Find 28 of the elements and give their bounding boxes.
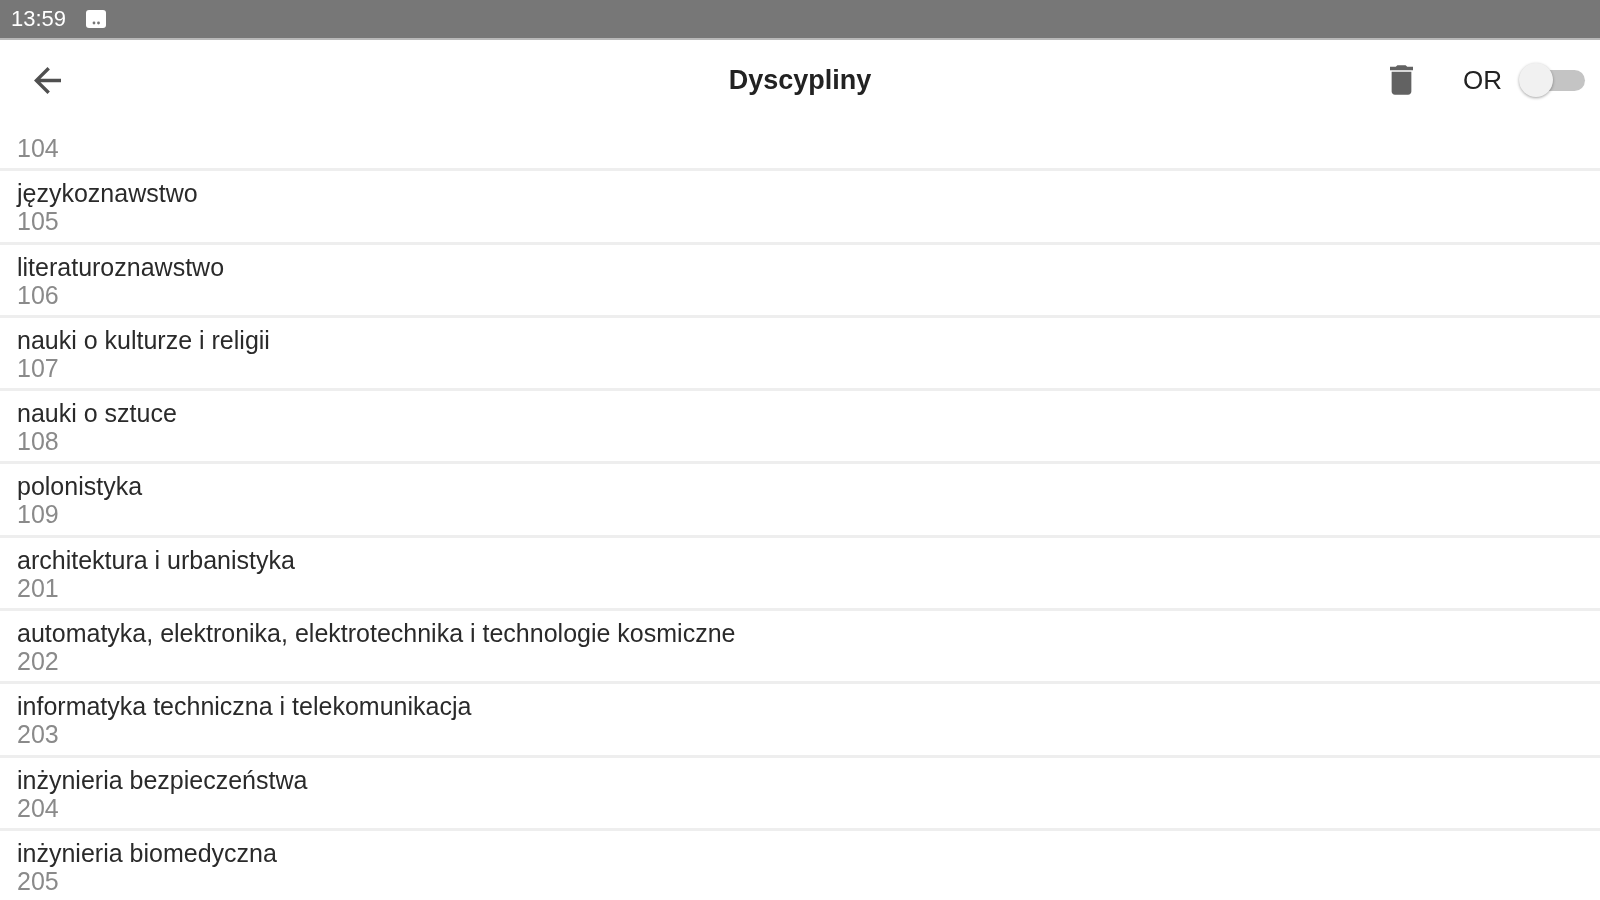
item-title: polonistyka [17, 472, 143, 501]
toggle-switch[interactable] [1519, 63, 1585, 97]
item-code: 108 [17, 427, 59, 456]
item-title: inżynieria bezpieczeństwa [17, 765, 308, 794]
item-code: 203 [17, 720, 59, 749]
item-code: 205 [17, 866, 59, 895]
item-code: 106 [17, 280, 59, 309]
status-time: 13:59 [11, 8, 67, 30]
trash-icon [1389, 65, 1413, 95]
screen-title: Dyscypliny [728, 63, 872, 97]
item-title: automatyka, elektronika, elektrotechnika i technologie kosmiczne [17, 619, 736, 648]
item-title: informatyka techniczna i telekomunikacja [17, 692, 472, 721]
item-code: 202 [17, 647, 59, 676]
item-code: 105 [17, 207, 59, 236]
item-code: 109 [17, 500, 59, 529]
item-code: 107 [17, 353, 59, 382]
item-title: nauki o sztuce [17, 399, 177, 428]
item-code: 104 [17, 134, 59, 162]
item-code: 204 [17, 793, 59, 822]
item-title: inżynieria biomedyczna [17, 838, 277, 867]
item-title: nauki o kulturze i religii [17, 325, 270, 354]
item-code: 201 [17, 573, 59, 602]
toggle-label: OR [1463, 67, 1502, 93]
notification-icon [86, 10, 107, 28]
item-title: językoznawstwo [17, 179, 198, 208]
item-title: literaturoznawstwo [17, 252, 225, 281]
item-title: architektura i urbanistyka [17, 545, 295, 574]
back-arrow-icon [33, 66, 61, 94]
